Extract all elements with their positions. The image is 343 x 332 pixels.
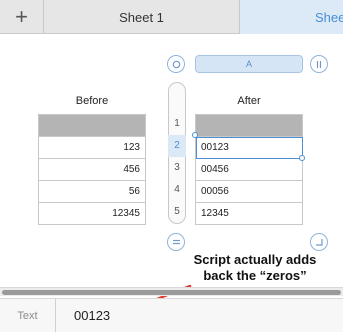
- format-bar: Text 00123: [0, 298, 343, 332]
- cell-format-label[interactable]: Text: [0, 299, 56, 332]
- red-arrow-icon: [124, 284, 192, 314]
- scrollbar-thumb[interactable]: [2, 290, 341, 295]
- horizontal-scrollbar[interactable]: [0, 287, 343, 296]
- cell-value-field[interactable]: 00123: [74, 299, 110, 332]
